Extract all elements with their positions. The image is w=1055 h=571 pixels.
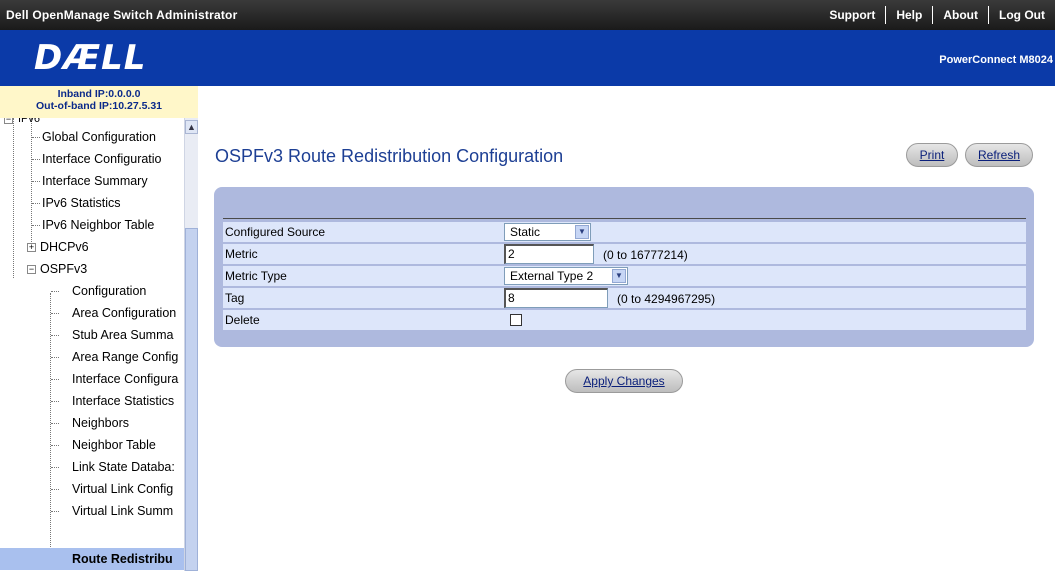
metric-type-value: External Type 2: [510, 269, 594, 283]
inband-ip: Inband IP:0.0.0.0: [57, 88, 141, 100]
apply-changes-button[interactable]: Apply Changes: [565, 369, 683, 393]
tree-branch: [51, 313, 59, 314]
tree-item-interface-configuration[interactable]: Interface Configuratio: [42, 148, 162, 170]
tree-item-dhcpv6[interactable]: DHCPv6: [40, 236, 89, 258]
banner: DÆLL PowerConnect M8024: [0, 30, 1055, 86]
sidebar: Inband IP:0.0.0.0 Out-of-band IP:10.27.5…: [0, 86, 198, 571]
tree-item-stub-area-summary[interactable]: Stub Area Summa: [60, 324, 173, 346]
tree-branch: [32, 159, 40, 160]
refresh-button[interactable]: Refresh: [965, 143, 1033, 167]
scroll-up-icon[interactable]: ▲: [185, 120, 198, 134]
top-bar: Dell OpenManage Switch Administrator Sup…: [0, 0, 1055, 30]
logout-link[interactable]: Log Out: [988, 6, 1055, 24]
tree-branch: [51, 511, 59, 512]
tree-item-ipv6-neighbor-table[interactable]: IPv6 Neighbor Table: [42, 214, 154, 236]
form-panel: Configured Source Static ▼ Metric 2 (0 t…: [214, 187, 1034, 347]
row-delete: Delete: [223, 310, 1026, 330]
configured-source-label: Configured Source: [225, 225, 326, 239]
product-name: PowerConnect M8024: [939, 54, 1053, 66]
tree-item-ipv6[interactable]: IPv6: [18, 118, 40, 130]
tree-item-ipv6-statistics[interactable]: IPv6 Statistics: [42, 192, 121, 214]
tag-label: Tag: [225, 291, 245, 305]
chevron-down-icon[interactable]: ▼: [575, 225, 589, 239]
row-configured-source: Configured Source Static ▼: [223, 222, 1026, 242]
app-title: Dell OpenManage Switch Administrator: [6, 8, 238, 22]
print-button[interactable]: Print: [906, 143, 958, 167]
support-link[interactable]: Support: [819, 6, 885, 24]
delete-label: Delete: [225, 313, 260, 327]
tree-item-global-configuration[interactable]: Global Configuration: [42, 126, 156, 148]
tree-item-area-range-config[interactable]: Area Range Config: [60, 346, 178, 368]
tree-branch: [51, 423, 59, 424]
tree-branch: [51, 357, 59, 358]
metric-type-label: Metric Type: [225, 269, 287, 283]
top-links: Support Help About Log Out: [819, 0, 1055, 30]
row-metric: Metric 2 (0 to 16777214): [223, 244, 1026, 264]
collapse-icon[interactable]: −: [27, 265, 36, 274]
tree-item-route-redistribution[interactable]: Route Redistribu: [0, 548, 184, 570]
tree-item-link-state-database[interactable]: Link State Databa:: [60, 456, 175, 478]
chevron-down-icon[interactable]: ▼: [612, 269, 626, 283]
tree-branch: [32, 181, 40, 182]
tree-line: [13, 118, 14, 278]
tree-item-neighbor-table[interactable]: Neighbor Table: [60, 434, 156, 456]
dell-logo: DÆLL: [34, 38, 147, 78]
main-content: OSPFv3 Route Redistribution Configuratio…: [198, 86, 1055, 571]
sidebar-scrollbar[interactable]: ▲: [184, 118, 198, 571]
configured-source-value: Static: [510, 225, 541, 239]
help-link[interactable]: Help: [885, 6, 932, 24]
tree-branch: [51, 291, 59, 292]
ip-info: Inband IP:0.0.0.0 Out-of-band IP:10.27.5…: [0, 86, 198, 118]
tag-input[interactable]: 8: [504, 288, 608, 308]
nav-tree: − IPv6 Global Configuration Interface Co…: [0, 118, 184, 571]
configured-source-select[interactable]: Static ▼: [504, 223, 591, 241]
page-title: OSPFv3 Route Redistribution Configuratio…: [215, 146, 564, 166]
tree-branch: [51, 445, 59, 446]
row-metric-type: Metric Type External Type 2 ▼: [223, 266, 1026, 286]
row-tag: Tag 8 (0 to 4294967295): [223, 288, 1026, 308]
metric-input[interactable]: 2: [504, 244, 594, 264]
tree-branch: [51, 467, 59, 468]
tree-branch: [51, 401, 59, 402]
tree-item-interface-configuration-ospf[interactable]: Interface Configura: [60, 368, 178, 390]
panel-divider: [223, 218, 1026, 219]
oob-ip: Out-of-band IP:10.27.5.31: [35, 100, 163, 112]
tree-item-virtual-link-summary[interactable]: Virtual Link Summ: [60, 500, 173, 522]
tree-item-ospfv3[interactable]: OSPFv3: [40, 258, 87, 280]
expand-icon[interactable]: +: [27, 243, 36, 252]
tree-branch: [51, 379, 59, 380]
tree-branch: [32, 203, 40, 204]
metric-range: (0 to 16777214): [603, 248, 688, 262]
tree-item-virtual-link-config[interactable]: Virtual Link Config: [60, 478, 173, 500]
tree-item-area-configuration[interactable]: Area Configuration: [60, 302, 176, 324]
tree-item-configuration[interactable]: Configuration: [60, 280, 146, 302]
tree-branch: [32, 137, 40, 138]
delete-checkbox[interactable]: [510, 314, 522, 326]
tree-branch: [51, 335, 59, 336]
tree-branch: [51, 489, 59, 490]
tree-item-interface-statistics[interactable]: Interface Statistics: [60, 390, 174, 412]
about-link[interactable]: About: [932, 6, 988, 24]
metric-type-select[interactable]: External Type 2 ▼: [504, 267, 628, 285]
metric-label: Metric: [225, 247, 258, 261]
tree-item-neighbors[interactable]: Neighbors: [60, 412, 129, 434]
scroll-thumb[interactable]: [185, 228, 198, 571]
collapse-icon[interactable]: −: [4, 118, 13, 124]
tree-line: [50, 293, 51, 563]
tag-range: (0 to 4294967295): [617, 292, 716, 306]
tree-branch: [32, 225, 40, 226]
tree-item-interface-summary[interactable]: Interface Summary: [42, 170, 148, 192]
